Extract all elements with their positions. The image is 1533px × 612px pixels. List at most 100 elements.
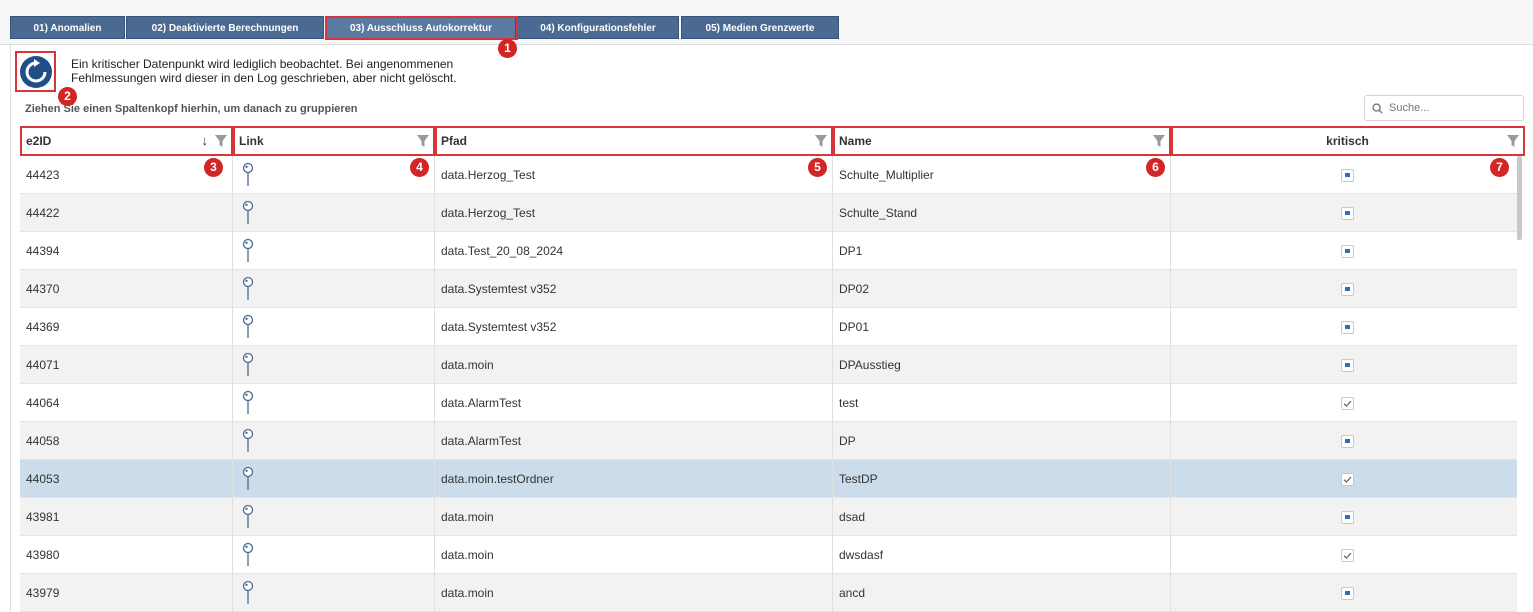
cell-name: DP1 xyxy=(833,232,1171,270)
kritisch-checkbox[interactable] xyxy=(1341,397,1354,410)
tab-ausschluss-autokorrektur[interactable]: 03) Ausschluss Autokorrektur xyxy=(326,16,516,39)
cell-link xyxy=(233,384,435,422)
table-row[interactable]: 43981 data.moin dsad xyxy=(20,498,1517,536)
cell-pfad: data.Systemtest v352 xyxy=(435,308,833,346)
filter-icon[interactable] xyxy=(214,134,228,148)
cell-link xyxy=(233,536,435,574)
column-header-name-label: Name xyxy=(839,134,872,148)
pin-icon[interactable] xyxy=(241,390,255,416)
column-header-pfad[interactable]: Pfad xyxy=(435,126,833,156)
table-row[interactable]: 43980 data.moin dwsdasf xyxy=(20,536,1517,574)
cell-e2id: 44064 xyxy=(20,384,233,422)
check-icon xyxy=(1343,476,1352,483)
pin-icon[interactable] xyxy=(241,428,255,454)
refresh-button[interactable] xyxy=(16,52,55,91)
tab-anomalien[interactable]: 01) Anomalien xyxy=(10,16,125,39)
cell-link xyxy=(233,422,435,460)
pin-icon[interactable] xyxy=(241,276,255,302)
cell-link xyxy=(233,308,435,346)
column-header-name[interactable]: Name xyxy=(833,126,1171,156)
cell-pfad: data.Herzog_Test xyxy=(435,194,833,232)
vertical-scrollbar[interactable] xyxy=(1517,156,1522,240)
kritisch-checkbox[interactable] xyxy=(1341,283,1354,296)
column-header-kritisch-label: kritisch xyxy=(1326,134,1369,148)
check-icon xyxy=(1343,400,1352,407)
info-line-2: Fehlmessungen wird dieser in den Log ges… xyxy=(71,71,457,85)
cell-e2id: 44071 xyxy=(20,346,233,384)
cell-e2id: 44369 xyxy=(20,308,233,346)
pin-icon[interactable] xyxy=(241,580,255,606)
cell-name: dwsdasf xyxy=(833,536,1171,574)
cell-name: DPAusstieg xyxy=(833,346,1171,384)
pin-icon[interactable] xyxy=(241,200,255,226)
table-row[interactable]: 44064 data.AlarmTest test xyxy=(20,384,1517,422)
kritisch-checkbox[interactable] xyxy=(1341,511,1354,524)
marker-2: 2 xyxy=(58,87,77,106)
kritisch-checkbox[interactable] xyxy=(1341,587,1354,600)
cell-link xyxy=(233,194,435,232)
pin-icon[interactable] xyxy=(241,466,255,492)
cell-e2id: 44053 xyxy=(20,460,233,498)
column-header-e2id[interactable]: e2ID ↓ xyxy=(20,126,233,156)
kritisch-checkbox[interactable] xyxy=(1341,359,1354,372)
kritisch-checkbox[interactable] xyxy=(1341,245,1354,258)
marker-6: 6 xyxy=(1146,158,1165,177)
kritisch-checkbox[interactable] xyxy=(1341,435,1354,448)
kritisch-checkbox[interactable] xyxy=(1341,169,1354,182)
table-row[interactable]: 44369 data.Systemtest v352 DP01 xyxy=(20,308,1517,346)
cell-e2id: 43979 xyxy=(20,574,233,612)
table-row[interactable]: 44370 data.Systemtest v352 DP02 xyxy=(20,270,1517,308)
tab-deaktivierte-berechnungen[interactable]: 02) Deaktivierte Berechnungen xyxy=(126,16,324,39)
kritisch-checkbox[interactable] xyxy=(1341,549,1354,562)
table-row[interactable]: 44053 data.moin.testOrdner TestDP xyxy=(20,460,1517,498)
group-drop-zone[interactable]: Ziehen Sie einen Spaltenkopf hierhin, um… xyxy=(25,103,358,115)
pin-icon[interactable] xyxy=(241,162,255,188)
info-text: Ein kritischer Datenpunkt wird lediglich… xyxy=(71,57,591,85)
kritisch-checkbox[interactable] xyxy=(1341,207,1354,220)
kritisch-checkbox[interactable] xyxy=(1341,321,1354,334)
pin-icon[interactable] xyxy=(241,504,255,530)
cell-name: DP xyxy=(833,422,1171,460)
cell-pfad: data.moin xyxy=(435,498,833,536)
filter-icon[interactable] xyxy=(1506,134,1520,148)
cell-pfad: data.AlarmTest xyxy=(435,384,833,422)
cell-name: ancd xyxy=(833,574,1171,612)
info-line-1: Ein kritischer Datenpunkt wird lediglich… xyxy=(71,57,454,71)
table-row[interactable]: 44071 data.moin DPAusstieg xyxy=(20,346,1517,384)
cell-e2id: 44394 xyxy=(20,232,233,270)
tab-konfigurationsfehler[interactable]: 04) Konfigurationsfehler xyxy=(517,16,679,39)
tab-medien-grenzwerte[interactable]: 05) Medien Grenzwerte xyxy=(681,16,839,39)
table-row[interactable]: 43979 data.moin ancd xyxy=(20,574,1517,612)
cell-link xyxy=(233,574,435,612)
cell-link xyxy=(233,346,435,384)
filter-icon[interactable] xyxy=(416,134,430,148)
sort-desc-icon: ↓ xyxy=(201,133,209,148)
column-header-kritisch[interactable]: kritisch xyxy=(1171,126,1525,156)
column-header-e2id-label: e2ID xyxy=(26,134,52,148)
search-box[interactable] xyxy=(1364,95,1524,121)
refresh-icon xyxy=(19,55,52,88)
cell-link xyxy=(233,498,435,536)
column-header-link[interactable]: Link xyxy=(233,126,435,156)
kritisch-checkbox[interactable] xyxy=(1341,473,1354,486)
cell-link xyxy=(233,232,435,270)
marker-1: 1 xyxy=(498,39,517,58)
filter-icon[interactable] xyxy=(814,134,828,148)
pin-icon[interactable] xyxy=(241,314,255,340)
tab-bar: 01) Anomalien 02) Deaktivierte Berechnun… xyxy=(0,0,1533,45)
cell-name: Schulte_Multiplier xyxy=(833,156,1171,194)
filter-icon[interactable] xyxy=(1152,134,1166,148)
pin-icon[interactable] xyxy=(241,542,255,568)
pin-icon[interactable] xyxy=(241,352,255,378)
table-row[interactable]: 44058 data.AlarmTest DP xyxy=(20,422,1517,460)
table-row[interactable]: 44422 data.Herzog_Test Schulte_Stand xyxy=(20,194,1517,232)
pin-icon[interactable] xyxy=(241,238,255,264)
cell-e2id: 44423 xyxy=(20,156,233,194)
table-row[interactable]: 44423 data.Herzog_Test Schulte_Multiplier xyxy=(20,156,1517,194)
cell-pfad: data.moin xyxy=(435,346,833,384)
cell-pfad: data.Test_20_08_2024 xyxy=(435,232,833,270)
marker-7: 7 xyxy=(1490,158,1509,177)
search-input[interactable] xyxy=(1389,102,1519,114)
column-header-link-label: Link xyxy=(239,134,264,148)
table-row[interactable]: 44394 data.Test_20_08_2024 DP1 xyxy=(20,232,1517,270)
